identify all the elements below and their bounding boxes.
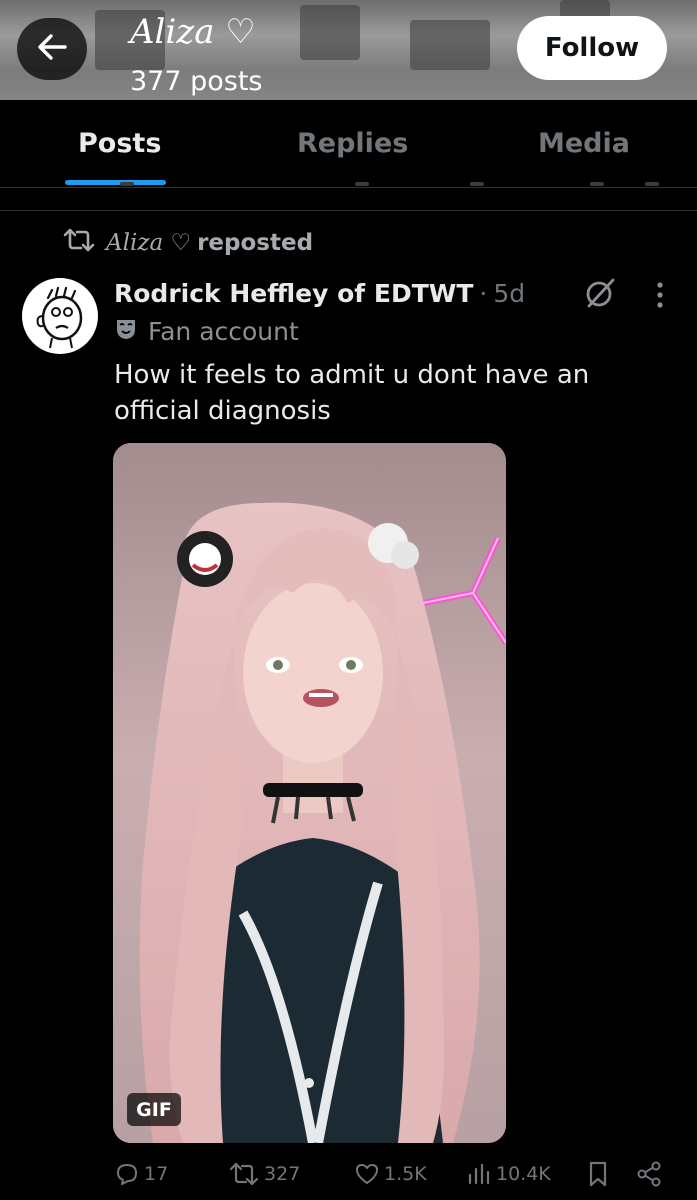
post-action-bar: 17 327 1.5K 10.4K: [0, 1156, 697, 1192]
post-media-gif[interactable]: GIF: [113, 443, 506, 1143]
share-button[interactable]: [636, 1156, 662, 1192]
banner-shape: [300, 5, 360, 60]
repost-icon: [228, 1161, 260, 1187]
reposter-name: Aliza ♡: [106, 230, 192, 256]
views-chart-icon: [466, 1161, 492, 1187]
author-name[interactable]: Rodrick Heffley of EDTWT: [114, 279, 473, 308]
like-count: 1.5K: [384, 1163, 427, 1185]
affiliation-label: Fan account: [148, 316, 299, 346]
more-vertical-icon[interactable]: [645, 278, 675, 312]
repost-button[interactable]: 327: [228, 1156, 300, 1192]
previous-post-edge: [0, 182, 697, 211]
share-icon: [636, 1160, 662, 1188]
author-avatar[interactable]: [22, 278, 98, 354]
tab-posts[interactable]: Posts: [78, 128, 161, 159]
follow-button[interactable]: Follow: [517, 16, 667, 80]
banner-shape: [410, 20, 490, 70]
views-button[interactable]: 10.4K: [466, 1156, 551, 1192]
reply-icon: [114, 1161, 140, 1187]
repost-icon: [62, 227, 96, 259]
bookmark-icon: [586, 1160, 610, 1188]
post-timestamp[interactable]: 5d: [493, 279, 525, 308]
bookmark-button[interactable]: [586, 1156, 610, 1192]
grok-icon[interactable]: [583, 276, 617, 310]
post-count: 377 posts: [130, 66, 263, 97]
separator: ·: [479, 278, 488, 308]
views-count: 10.4K: [496, 1163, 551, 1185]
theater-mask-icon: [114, 317, 138, 345]
tab-media[interactable]: Media: [538, 128, 630, 159]
repost-count: 327: [264, 1163, 301, 1185]
profile-header: Aliza ♡ 377 posts Follow: [0, 0, 697, 100]
like-button[interactable]: 1.5K: [354, 1156, 427, 1192]
post-text: How it feels to admit u dont have an off…: [114, 360, 590, 426]
profile-tabs: Posts Replies Media: [0, 100, 697, 188]
heart-icon: [354, 1161, 380, 1187]
repost-indicator[interactable]: Aliza ♡ reposted: [62, 226, 313, 260]
back-button[interactable]: [17, 18, 87, 80]
gif-image: [113, 443, 506, 1143]
back-arrow-icon: [37, 33, 67, 65]
profile-name: Aliza ♡: [130, 12, 256, 52]
post-author-row: Rodrick Heffley of EDTWT · 5d: [114, 274, 525, 312]
reply-button[interactable]: 17: [114, 1156, 168, 1192]
reply-count: 17: [144, 1163, 169, 1185]
active-tab-indicator: [65, 180, 166, 185]
tab-replies[interactable]: Replies: [297, 128, 408, 159]
gif-badge: GIF: [127, 1093, 181, 1126]
reposted-label: reposted: [197, 230, 314, 256]
affiliation-row: Fan account: [114, 314, 299, 348]
